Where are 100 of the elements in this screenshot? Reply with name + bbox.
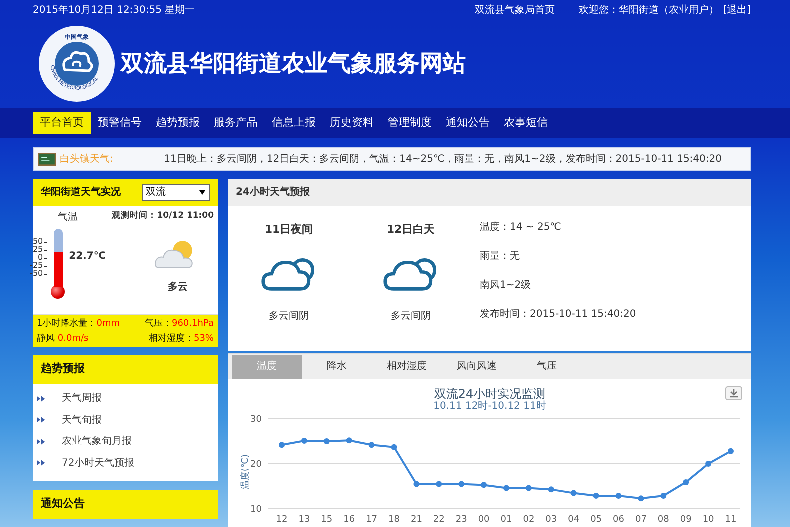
x-tick-label: 11 [725, 515, 737, 525]
station-select[interactable]: 双流 [142, 184, 210, 201]
nav-tab[interactable]: 信息上报 [265, 112, 323, 134]
chart-tab[interactable]: 风向风速 [442, 354, 512, 378]
data-point [728, 448, 734, 454]
double-arrow-icon [37, 396, 46, 402]
forecast-detail: 南风1~2级 [480, 278, 532, 293]
data-point [526, 485, 532, 492]
data-point [346, 438, 352, 444]
nav-tab[interactable]: 平台首页 [33, 112, 91, 134]
y-tick-label: 20 [250, 460, 262, 470]
x-tick-label: 12 [276, 515, 288, 525]
data-point [391, 444, 398, 450]
data-point [593, 492, 600, 499]
observation-time: 观测时间：10/12 11:00 [112, 210, 214, 223]
x-tick-label: 16 [344, 515, 356, 525]
data-point [660, 492, 667, 499]
x-tick-label: 03 [546, 515, 558, 525]
date-time-text: 2015年10月12日 12:30:55 星期一 [33, 4, 196, 18]
data-point [436, 481, 442, 488]
period-label: 11日夜间 [264, 222, 314, 238]
home-link[interactable]: 双流县气象局首页 [475, 2, 556, 18]
stat-text: 1小时降水量：0mm [37, 318, 121, 331]
data-point [616, 492, 622, 499]
nav-tab[interactable]: 历史资料 [323, 112, 381, 134]
x-tick-label: 00 [478, 515, 490, 525]
stat-text: 气压：960.1hPa [144, 318, 214, 331]
scale-label: 25 [32, 246, 44, 254]
double-arrow-icon [37, 438, 46, 445]
x-tick-label: 17 [366, 515, 378, 525]
thermometer-bulb [51, 285, 66, 299]
double-arrow-icon [37, 417, 46, 424]
x-tick-label: 01 [500, 515, 512, 525]
forecast-detail: 雨量：无 [480, 250, 521, 264]
nav-tab[interactable]: 管理制度 [381, 112, 439, 134]
download-icon [726, 386, 742, 400]
panel-title: 通知公告 [41, 496, 85, 512]
temperature-value: 22.7℃ [69, 250, 106, 264]
trend-link[interactable]: 天气旬报 [33, 410, 218, 431]
x-tick-label: 22 [433, 515, 445, 525]
data-point [301, 438, 308, 444]
trend-link[interactable]: 72小时天气预报 [33, 452, 218, 474]
stat-text: 相对湿度：53% [148, 332, 214, 346]
chart-subtitle: 10.11 12时-10.12 11时 [434, 401, 546, 412]
forecast-detail: 发布时间：2015-10-11 15:40:20 [480, 308, 636, 322]
data-point [638, 496, 644, 502]
data-point [570, 490, 577, 496]
x-tick-label: 09 [680, 515, 692, 525]
data-point [504, 485, 510, 492]
site-title: 双流县华阳街道农业气象服务网站 [121, 50, 466, 79]
data-point [481, 482, 488, 488]
blackboard-icon [38, 152, 56, 166]
data-point [458, 481, 465, 488]
x-tick-label: 04 [568, 515, 580, 525]
panel-title: 24小时天气预报 [236, 186, 310, 200]
x-tick-label: 13 [298, 515, 310, 525]
panel-title: 趋势预报 [41, 361, 85, 378]
y-tick-label: 30 [250, 415, 262, 425]
x-tick-label: 21 [410, 515, 422, 525]
caret-icon [199, 190, 206, 195]
forecast-detail: 温度：14 ~ 25℃ [480, 220, 562, 235]
panel-title: 华阳街道天气实况 [41, 185, 121, 200]
chart-tab[interactable]: 气压 [512, 354, 582, 378]
condition-text: 多云间阴 [269, 310, 309, 324]
nav-tab[interactable]: 预警信号 [91, 112, 149, 134]
chart-title: 双流24小时实况监测 [434, 387, 546, 401]
x-tick-label: 07 [635, 515, 647, 525]
nav-tab[interactable]: 农事短信 [497, 112, 555, 134]
x-tick-label: 15 [321, 515, 333, 525]
select-value: 双流 [146, 186, 166, 200]
condition-text: 多云 [168, 280, 188, 295]
trend-link[interactable]: 农业气象旬月报 [33, 431, 218, 452]
scale-label: 0 [38, 254, 44, 262]
data-point [279, 442, 285, 448]
data-point [683, 479, 690, 486]
trend-link[interactable]: 天气周报 [33, 388, 218, 410]
stat-text: 静风 0.0m/s [37, 332, 90, 346]
x-tick-label: 23 [456, 515, 468, 525]
condition-text: 多云间阴 [391, 310, 431, 324]
data-point [706, 461, 712, 467]
temperature-label: 气温 [58, 211, 78, 225]
period-label: 12日白天 [386, 222, 436, 238]
chart-tab[interactable]: 相对湿度 [372, 354, 442, 378]
logout-link[interactable]: [退出] [723, 2, 751, 18]
nav-tab[interactable]: 趋势预报 [149, 112, 207, 134]
data-point [368, 442, 375, 448]
double-arrow-icon [37, 460, 46, 466]
data-point [548, 486, 554, 493]
chart-tab[interactable]: 降水 [302, 354, 372, 378]
nav-tab[interactable]: 服务产品 [207, 112, 265, 134]
x-tick-label: 10 [702, 515, 714, 525]
weather-ticker-text: 11日晚上：多云间阴，12日白天：多云间阴，气温：14~25℃，雨量：无，南风1~2级，发布时间：2015-10-11 15:40:20 [164, 152, 722, 166]
x-tick-label: 06 [613, 515, 624, 525]
y-axis-label: 温度(℃) [241, 454, 251, 490]
x-tick-label: 02 [523, 515, 535, 525]
weather-label: 白头镇天气: [60, 152, 114, 166]
nav-tab[interactable]: 通知公告 [439, 112, 497, 134]
welcome-text: 欢迎您：华阳街道（农业用户） [579, 4, 720, 18]
data-point [324, 438, 330, 444]
x-tick-label: 08 [658, 515, 670, 525]
